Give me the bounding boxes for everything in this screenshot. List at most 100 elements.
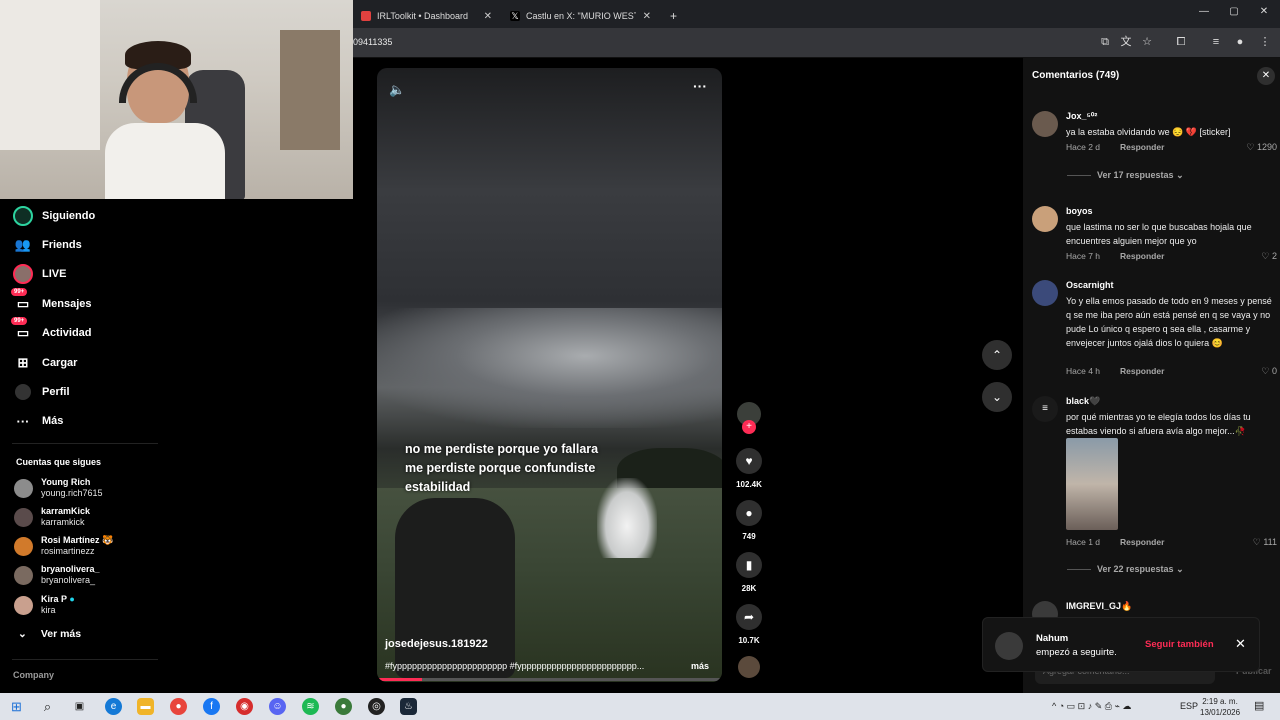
comment-time: Hace 1 d	[1066, 537, 1101, 547]
comment-username[interactable]: black🖤	[1066, 396, 1100, 407]
following-account[interactable]: Rosi Martínez 🐯 rosimartinezz	[14, 533, 113, 559]
toast-username[interactable]: Nahum	[1036, 633, 1068, 644]
url-text[interactable]: 09411335	[353, 37, 392, 47]
following-account[interactable]: karramKick karramkick	[14, 504, 90, 530]
sidebar-item-siguiendo[interactable]: Siguiendo	[13, 205, 95, 227]
avatar	[14, 478, 33, 498]
following-account[interactable]: bryanolivera_ bryanolivera_	[14, 562, 100, 588]
close-comments-icon[interactable]: ✕	[1257, 67, 1275, 85]
comment-username[interactable]: boyos	[1066, 206, 1093, 216]
comment-button[interactable]: ● 749	[734, 500, 764, 541]
see-more-button[interactable]: ⌄ Ver más	[18, 623, 81, 645]
system-clock[interactable]: 2:19 a. m. 13/01/2026	[1200, 696, 1240, 718]
account-handle: young.rich7615	[41, 488, 103, 498]
volume-icon[interactable]: 🔈	[389, 82, 405, 98]
music-disc[interactable]	[734, 656, 764, 678]
comment-like-button[interactable]: ♡ 1290	[1246, 142, 1277, 153]
avatar[interactable]	[1032, 206, 1058, 232]
minimize-icon[interactable]: —	[1194, 6, 1214, 22]
video-player[interactable]: 🔈 ··· no me perdiste porque yo fallara m…	[377, 68, 722, 682]
comment-like-button[interactable]: ♡ 2	[1261, 251, 1277, 262]
tab-castlu[interactable]: 𝕏 Castlu en X: "MURIO WESTCOL ✕	[502, 4, 657, 28]
close-tab-icon[interactable]: ✕	[643, 11, 651, 22]
streamer-shirt	[105, 123, 225, 199]
discord-icon[interactable]: ☺	[269, 698, 286, 715]
video-ghost-figure	[597, 478, 657, 558]
reply-button[interactable]: Responder	[1120, 142, 1164, 152]
new-tab-button[interactable]: +	[662, 4, 685, 28]
following-account[interactable]: Young Rich young.rich7615	[14, 475, 103, 501]
close-tab-icon[interactable]: ✕	[484, 11, 492, 22]
steam-icon[interactable]: ♨	[400, 698, 417, 715]
share-button[interactable]: ➦ 10.7K	[734, 604, 764, 645]
follow-back-button[interactable]: Seguir también	[1145, 639, 1214, 650]
profile-avatar-icon[interactable]: ●	[1232, 34, 1248, 50]
close-toast-icon[interactable]: ✕	[1235, 636, 1246, 652]
video-author[interactable]: josedejesus.181922	[385, 638, 488, 650]
avatar[interactable]	[995, 632, 1023, 660]
system-tray-icons[interactable]: ^ ◔ ▭ ⊡ ♪ ✎ ⎙ ⌁ ☁	[1052, 701, 1131, 712]
search-icon[interactable]: ⌕	[39, 698, 56, 715]
spotify-icon[interactable]: ≋	[302, 698, 319, 715]
language-indicator[interactable]: ESP	[1180, 701, 1198, 711]
facebook-icon[interactable]: f	[203, 698, 220, 715]
avatar[interactable]	[1032, 111, 1058, 137]
translate-icon[interactable]: 文	[1118, 34, 1134, 50]
footer-company-link[interactable]: Company	[13, 670, 54, 680]
account-handle: karramkick	[41, 517, 85, 527]
messages-icon: ▭ 99+	[11, 288, 33, 314]
comment-username[interactable]: IMGREVI_GJ🔥	[1066, 601, 1132, 612]
media-icon[interactable]: ≡	[1208, 34, 1224, 50]
comment-sticker-image[interactable]	[1066, 438, 1118, 530]
avatar[interactable]	[1032, 280, 1058, 306]
chrome-profile-icon[interactable]: ●	[335, 698, 352, 715]
save-button[interactable]: ▮ 28K	[734, 552, 764, 593]
like-button[interactable]: ♥ 102.4K	[734, 448, 764, 489]
view-replies-label: Ver 22 respuestas	[1097, 564, 1174, 574]
video-progress-bar[interactable]	[377, 678, 722, 681]
app-icon[interactable]: ◉	[236, 698, 253, 715]
comment-username[interactable]: Oscarnight	[1066, 280, 1114, 290]
obs-icon[interactable]: ◎	[368, 698, 385, 715]
extensions-icon[interactable]: ⧠	[1173, 34, 1189, 50]
sidebar-item-friends[interactable]: 👥 Friends	[13, 234, 82, 256]
task-view-icon[interactable]: ▣	[71, 698, 88, 715]
more-options-icon[interactable]: ···	[693, 78, 707, 94]
sidebar-item-mas[interactable]: ··· Más	[13, 410, 64, 432]
chevron-down-icon: ⌄	[1176, 170, 1184, 180]
reply-button[interactable]: Responder	[1120, 366, 1164, 376]
more-description-button[interactable]: más	[691, 661, 709, 671]
sidebar-item-actividad[interactable]: ▭ 99+ Actividad	[11, 317, 92, 344]
restore-icon[interactable]: ▢	[1224, 6, 1244, 22]
sidebar-item-mensajes[interactable]: ▭ 99+ Mensajes	[11, 288, 92, 315]
tab-irltoolkit[interactable]: IRLToolkit • Dashboard ✕	[353, 4, 498, 28]
next-video-button[interactable]: ⌄	[982, 382, 1012, 412]
view-replies-button[interactable]: Ver 17 respuestas ⌄	[1067, 170, 1184, 181]
avatar[interactable]: ≡	[1032, 396, 1058, 422]
bookmark-star-icon[interactable]: ☆	[1139, 34, 1155, 50]
notifications-icon[interactable]: ▤	[1254, 699, 1264, 712]
previous-video-button[interactable]: ⌃	[982, 340, 1012, 370]
chrome-icon[interactable]: ●	[170, 698, 187, 715]
sidebar-item-cargar[interactable]: ⊞ Cargar	[13, 352, 78, 374]
sidebar-item-perfil[interactable]: Perfil	[13, 381, 70, 403]
menu-kebab-icon[interactable]: ⋮	[1257, 34, 1273, 50]
clock-time: 2:19 a. m.	[1202, 697, 1238, 706]
close-window-icon[interactable]: ✕	[1254, 6, 1274, 22]
file-explorer-icon[interactable]: ▬	[137, 698, 154, 715]
comment-username[interactable]: Jox_⁵⁰²	[1066, 111, 1097, 122]
following-account[interactable]: Kira P ● kira	[14, 592, 75, 618]
sidebar-item-live[interactable]: LIVE	[13, 263, 66, 285]
reply-button[interactable]: Responder	[1120, 537, 1164, 547]
reply-button[interactable]: Responder	[1120, 251, 1164, 261]
author-avatar-button[interactable]: +	[734, 402, 764, 434]
comment-like-button[interactable]: ♡ 111	[1253, 537, 1277, 548]
tab-label: IRLToolkit • Dashboard	[377, 11, 469, 21]
view-replies-button[interactable]: Ver 22 respuestas ⌄	[1067, 564, 1184, 575]
edge-icon[interactable]: e	[105, 698, 122, 715]
follow-plus-icon[interactable]: +	[742, 420, 756, 434]
install-icon[interactable]: ⧉	[1097, 34, 1113, 50]
comment-like-button[interactable]: ♡ 0	[1261, 366, 1277, 377]
sidebar-item-label: Más	[42, 415, 64, 427]
windows-start-icon[interactable]: ⊞	[8, 698, 25, 715]
